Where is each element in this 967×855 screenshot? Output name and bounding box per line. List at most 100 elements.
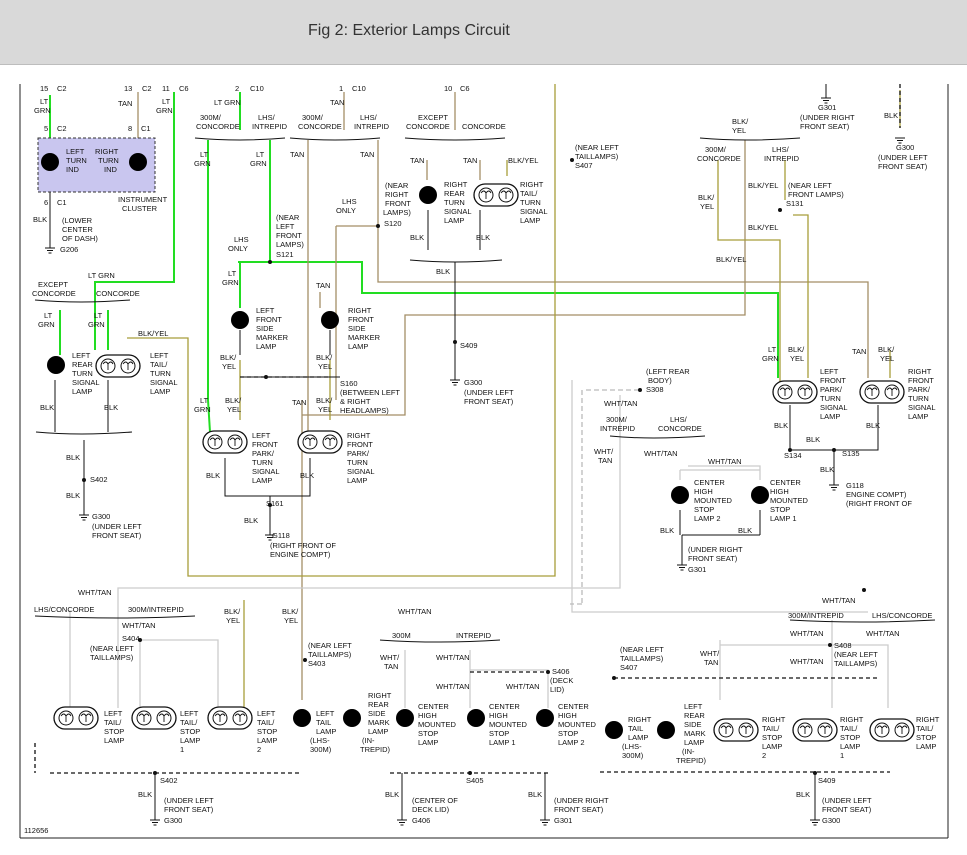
location-label: DECK LID)	[412, 805, 450, 814]
option-label: 300M/	[302, 113, 324, 122]
lamp-label: IND	[66, 165, 80, 174]
lamp-label: FRONT	[256, 315, 282, 324]
splice-label: S402	[90, 475, 108, 484]
wire-color: TAN	[598, 456, 612, 465]
lamp-label: 2	[762, 751, 766, 760]
lamp-label: CENTER	[418, 702, 449, 711]
lamp-label: TAIL/	[762, 724, 780, 733]
connector-label: C6	[460, 84, 470, 93]
left-rear-turn-signal-lamp	[47, 356, 65, 374]
lamp-label: CENTER	[489, 702, 520, 711]
pin-label: 10	[444, 84, 452, 93]
lamp-label: (LHS-	[622, 742, 642, 751]
ground-label: G406	[412, 816, 430, 825]
splice-label: (LEFT REAR	[646, 367, 690, 376]
splice-label: (NEAR LEFT	[575, 143, 619, 152]
right-tail-stop-lamp-1	[792, 718, 838, 742]
splice-label: TAILLAMPS)	[620, 654, 664, 663]
location-label: ENGINE COMPT)	[270, 550, 331, 559]
option-label: LHS/	[670, 415, 688, 424]
lamp-label: FRONT	[347, 440, 373, 449]
lamp-label: FRONT	[908, 376, 934, 385]
splice-label: LID)	[550, 685, 565, 694]
lamp-label: STOP	[840, 733, 860, 742]
location-label: (UNDER LEFT	[878, 153, 928, 162]
lamp-label: RIGHT	[628, 715, 652, 724]
lamp-label: LAMP 2	[694, 514, 721, 523]
lamp-label: RIGHT	[347, 431, 371, 440]
option-label: 300M/	[705, 145, 727, 154]
lamp-label: SIDE	[684, 720, 702, 729]
wire-color: WHT/TAN	[866, 629, 900, 638]
wire-color: LT	[200, 396, 209, 405]
wire-color: LT	[44, 311, 53, 320]
wire-color: BLK	[40, 403, 54, 412]
wire-color: BLK/	[698, 193, 715, 202]
lamp-label: (LHS-	[310, 736, 330, 745]
wire-color: BLK	[528, 790, 542, 799]
lamp-label: LEFT	[72, 351, 91, 360]
right-turn-indicator-lamp	[129, 153, 147, 171]
splice-label: TAILLAMPS)	[308, 650, 352, 659]
splice-label: S409	[818, 776, 836, 785]
wire-color: LT	[40, 97, 49, 106]
lamp-label: TREPID)	[360, 745, 391, 754]
lamp-label: RIGHT	[908, 367, 932, 376]
right-tail-stop-lamp	[869, 718, 915, 742]
lamp-label: LAMP	[104, 736, 124, 745]
wire-color: BLK	[738, 526, 752, 535]
splice-label: S131	[786, 199, 804, 208]
lamp-label: TURN	[72, 369, 93, 378]
wire-color: GRN	[34, 106, 51, 115]
lamp-label: LAMP	[840, 742, 860, 751]
splice-label: (NEAR	[276, 213, 300, 222]
lamp-label: TAIL/	[150, 360, 168, 369]
wire-color: GRN	[88, 320, 105, 329]
wire-color: BLK	[476, 233, 490, 242]
component-label: CLUSTER	[122, 204, 158, 213]
lamp-label: LAMP 1	[770, 514, 797, 523]
lamp-label: RIGHT	[368, 691, 392, 700]
wire-color: BLK/	[316, 396, 333, 405]
left-tail-turn-signal-lamp	[95, 354, 141, 378]
left-tail-stop-lamp-2	[207, 706, 253, 730]
lamp-label: CENTER	[558, 702, 589, 711]
option-label: CONCORDE	[658, 424, 702, 433]
splice-label: S120	[384, 219, 402, 228]
lamp-label: LAMP	[347, 476, 367, 485]
location-label: OF DASH)	[62, 234, 98, 243]
lamp-label: SIGNAL	[908, 403, 936, 412]
option-label: CONCORDE	[32, 289, 76, 298]
splice-label: S135	[842, 449, 860, 458]
lamp-label: SIDE	[348, 324, 366, 333]
option-label: CONCORDE	[406, 122, 450, 131]
lamp-label: LAMP	[444, 216, 464, 225]
center-high-mounted-stop-lamp-1-bottom	[467, 709, 485, 727]
option-label: EXCEPT	[38, 280, 68, 289]
lamp-label: 2	[257, 745, 261, 754]
splice-label: FRONT	[276, 231, 302, 240]
wire-color: TAN	[704, 658, 718, 667]
location-label: (UNDER LEFT	[464, 388, 514, 397]
lamp-label: SIGNAL	[444, 207, 472, 216]
location-label: CENTER	[62, 225, 93, 234]
lamp-label: SIGNAL	[72, 378, 100, 387]
wire-color: BLK	[206, 471, 220, 480]
lamp-label: MARKER	[256, 333, 289, 342]
option-label: INTREPID	[354, 122, 390, 131]
wire-color: GRN	[762, 354, 779, 363]
wire-color: WHT/TAN	[604, 399, 638, 408]
lamp-label: LAMP	[684, 738, 704, 747]
lamp-label: RIGHT	[95, 147, 119, 156]
lamp-label: TAIL/	[104, 718, 122, 727]
lamp-label: STOP	[104, 727, 124, 736]
wire-color: LT GRN	[88, 271, 115, 280]
location-label: (CENTER OF	[412, 796, 458, 805]
right-front-park-turn-signal-lamp-right	[859, 380, 905, 404]
ground-label: G300	[896, 143, 914, 152]
lamp-label: HIGH	[770, 487, 789, 496]
option-label: LHS	[234, 235, 249, 244]
lamp-label: LEFT	[252, 431, 271, 440]
lamp-label: FRONT	[252, 440, 278, 449]
splice-label: BODY)	[648, 376, 672, 385]
